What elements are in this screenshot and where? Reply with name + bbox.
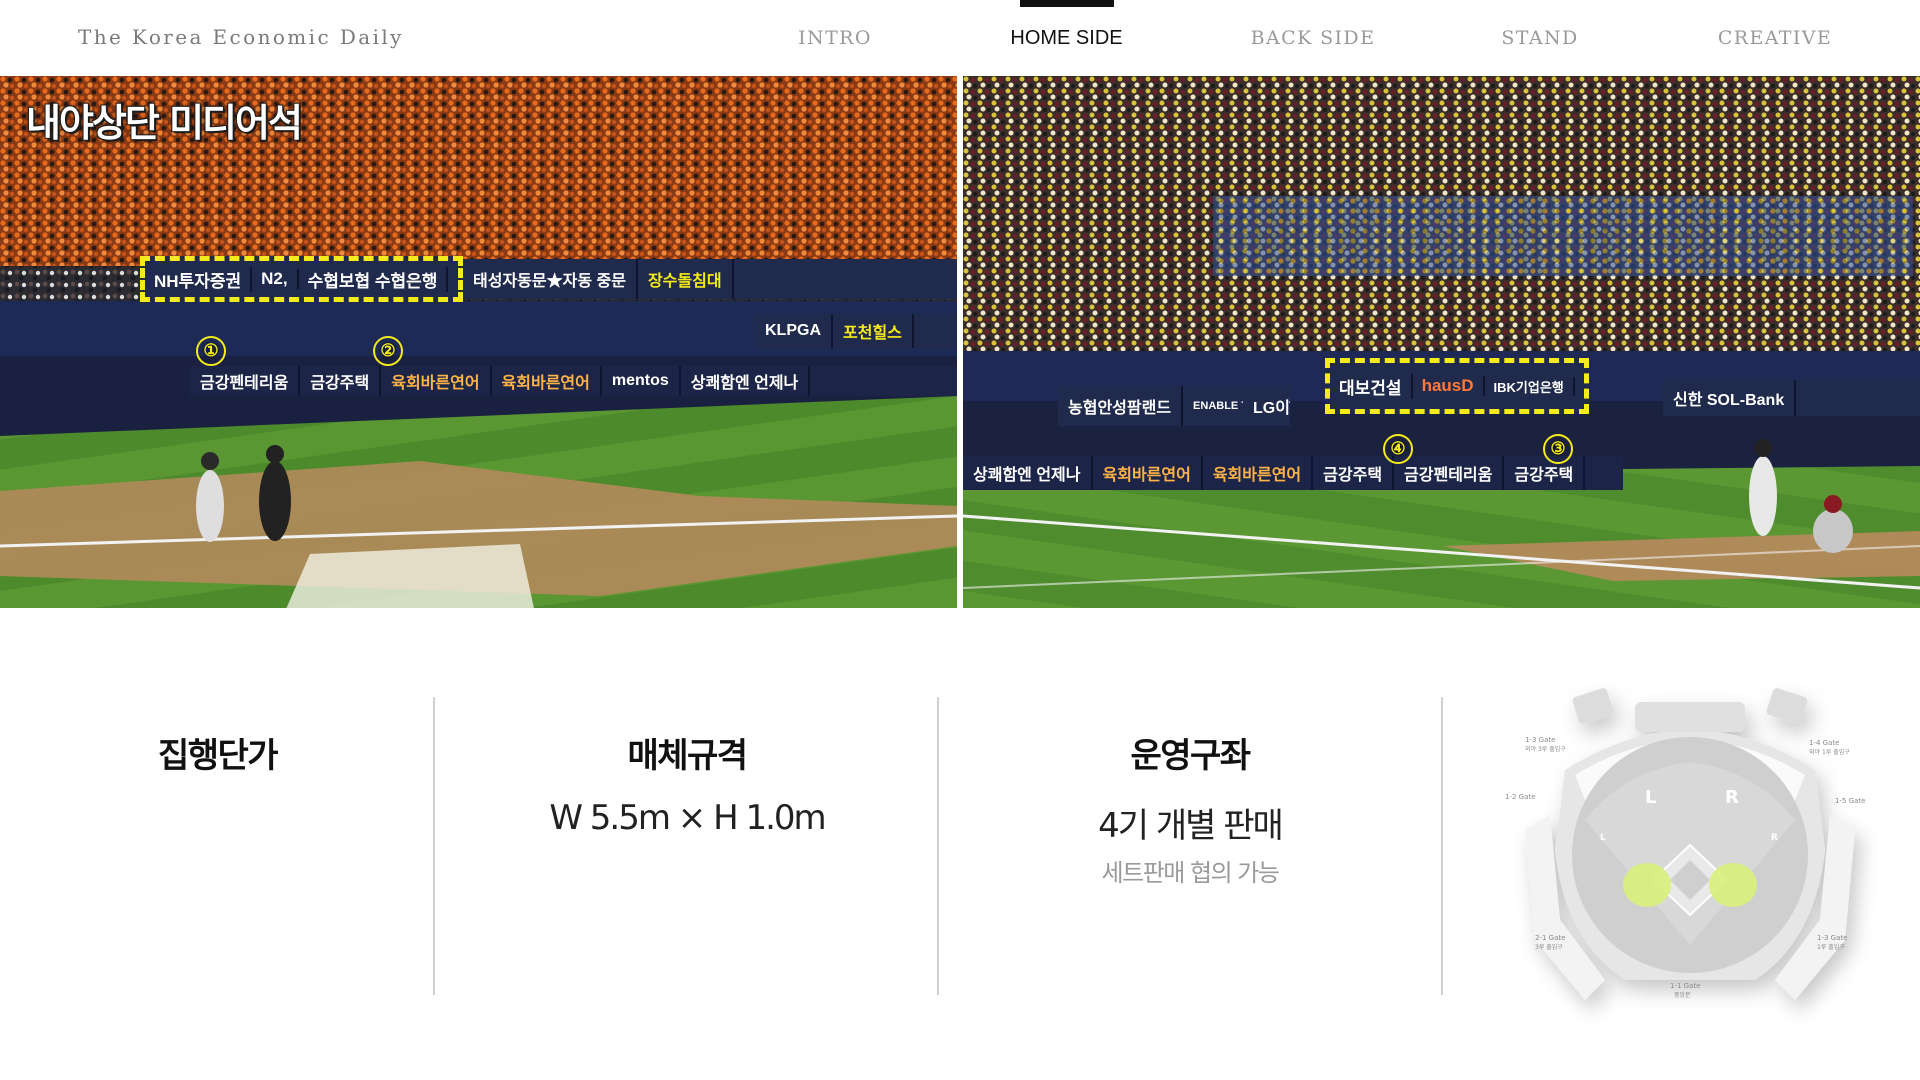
nav-item-label: HOME SIDE: [1010, 26, 1123, 49]
nav-item-home-side[interactable]: HOME SIDE: [1000, 0, 1133, 76]
ad-board: 상쾌함엔 언제나: [681, 366, 811, 396]
ad-board-n2: N2,: [252, 269, 299, 289]
ad-board-group: 대보건설 hausD IBK기업은행 IBK기업은행: [1330, 363, 1584, 409]
info-column-price: 집행단가: [80, 668, 355, 984]
gate-label: 1-5 Gate: [1835, 797, 1865, 805]
nav-item-label: BACK SIDE: [1250, 27, 1376, 49]
ad-board-ibk: IBK기업은행: [1575, 377, 1585, 396]
ad-position-marker-3: ③: [1543, 434, 1573, 464]
column-divider: [937, 697, 939, 995]
right-ad-board-strip: 신한 SOL-Bank: [1663, 380, 1920, 416]
info-note-slots: 세트판매 협의 가능: [1101, 859, 1280, 887]
info-title-spec: 매체규격: [627, 736, 748, 776]
gate-sub-label: 외야 3루 출입구: [1525, 745, 1566, 753]
ad-board: 육회바른연어: [381, 366, 492, 396]
gate-label: 1-3 Gate: [1525, 736, 1555, 744]
ad-board: 금강펜테리움: [1394, 456, 1505, 490]
column-divider: [1441, 697, 1443, 995]
gate-label: 1-4 Gate: [1809, 739, 1839, 747]
lower-ad-board-strip: 금강펜테리움 금강주택 육회바른연어 육회바른연어 mentos 상쾌함엔 언제…: [190, 366, 957, 396]
gate-sub-label: 외야 1루 출입구: [1809, 748, 1850, 756]
ad-board: 육회바른연어: [1093, 456, 1203, 490]
lower-ad-board-strip: 상쾌함엔 언제나 육회바른연어 육회바른연어 금강주택 금강펜테리움 금강주택: [963, 456, 1623, 490]
nav-item-back-side[interactable]: BACK SIDE: [1243, 0, 1383, 76]
ad-board: 금강주택: [1313, 456, 1395, 490]
info-title-slots: 운영구좌: [1130, 736, 1251, 776]
upper-ad-board-strip: 태성자동문★자동 중문 장수돌침대: [463, 259, 957, 299]
stadium-side-label-l: L: [1645, 787, 1656, 808]
info-column-slots: 운영구좌 4기 개별 판매 세트판매 협의 가능: [1015, 668, 1365, 984]
gate-label: 1-3 Gate: [1817, 934, 1847, 942]
nav-item-label: STAND: [1501, 27, 1579, 49]
ad-board: mentos: [602, 366, 681, 396]
ad-board: LG이노텍: [1243, 386, 1289, 426]
ad-board: KLPGA: [755, 314, 833, 348]
brand-logo-text[interactable]: The Korea Economic Daily: [78, 25, 404, 49]
section-title: 내야상단 미디어석: [26, 101, 303, 145]
ad-position-marker-4: ④: [1383, 434, 1413, 464]
stadium-photo-third-base-side: 농협안성팜랜드 ENABLE THE NEXT LG이노텍 대보건설 hausD…: [963, 76, 1920, 608]
nav-item-label: INTRO: [798, 27, 872, 49]
ad-board: 금강펜테리움: [190, 366, 301, 396]
stadium-seat-map: L R L R 1-3 Gate 외야 3루 출입구 1-4 Gate 외야 1…: [1495, 680, 1885, 1025]
ad-board: 포천힐스: [833, 314, 914, 348]
top-navigation-bar: The Korea Economic Daily INTRO HOME SIDE…: [0, 0, 1920, 76]
foul-line-label-r: R: [1771, 833, 1778, 843]
ad-board-ibk: IBK기업은행: [1485, 376, 1575, 396]
ad-position-marker-2: ②: [373, 336, 403, 366]
ad-board: 상쾌함엔 언제나: [963, 456, 1093, 490]
stadium-photo-right-scene: [963, 76, 1920, 608]
ad-board-hausd: hausD: [1413, 376, 1485, 396]
gate-sub-label: 1루 출입구: [1817, 943, 1845, 951]
upper-ad-board-lg: LG이노텍: [1243, 386, 1289, 426]
stadium-map-drawing: L R L R 1-3 Gate 외야 3루 출입구 1-4 Gate 외야 1…: [1505, 688, 1865, 1000]
ad-board-daebo: 대보건설: [1330, 373, 1413, 399]
ad-board: 장수돌침대: [638, 259, 734, 299]
ad-position-marker-1: ①: [196, 336, 226, 366]
ad-board: 신한 SOL-Bank: [1663, 380, 1797, 416]
nav-item-label: CREATIVE: [1717, 27, 1833, 49]
gate-label: 1-2 Gate: [1505, 793, 1535, 801]
gate-label: 2-1 Gate: [1535, 934, 1565, 942]
foul-line-label-l: L: [1600, 833, 1606, 843]
nav-item-intro[interactable]: INTRO: [770, 0, 900, 76]
ad-board: 육회바른연어: [1203, 456, 1314, 490]
info-value-spec: W 5.5m × H 1.0m: [549, 798, 826, 838]
ad-board: 금강주택: [300, 366, 382, 396]
ad-board-suhyup: 수협보협 수협은행: [299, 266, 449, 292]
ad-board: 금강주택: [1504, 456, 1586, 490]
stadium-side-label-r: R: [1725, 787, 1739, 808]
ad-board-group: NH투자증권 N2, 수협보협 수협은행: [145, 261, 458, 297]
side-ad-board-strip: KLPGA 포천힐스: [755, 314, 957, 348]
gate-label: 1-1 Gate: [1670, 982, 1700, 990]
stadium-photo-first-base-side: 내야상단 미디어석 NH투자증권 N2, 수협보협 수협은행 태성자동문★자동 …: [0, 76, 957, 608]
ad-zone-highlight-3-4[interactable]: 대보건설 hausD IBK기업은행 IBK기업은행: [1325, 358, 1589, 414]
gate-sub-label: 중앙문: [1674, 991, 1691, 999]
ad-board: 육회바른연어: [492, 366, 602, 396]
ad-board: 태성자동문★자동 중문: [463, 259, 638, 299]
ad-zone-highlight-1-2[interactable]: NH투자증권 N2, 수협보협 수협은행: [140, 256, 463, 302]
info-title-price: 집행단가: [157, 736, 279, 776]
ad-board-nh: NH투자증권: [145, 266, 253, 292]
gate-sub-label: 3루 출입구: [1535, 943, 1563, 951]
ad-board: 농협안성팜랜드: [1058, 386, 1184, 426]
nav-item-stand[interactable]: STAND: [1490, 0, 1590, 76]
nav-item-creative[interactable]: CREATIVE: [1710, 0, 1840, 76]
column-divider: [433, 697, 435, 995]
info-column-spec: 매체규격 W 5.5m × H 1.0m: [512, 668, 862, 984]
info-value-slots: 4기 개별 판매: [1098, 806, 1284, 846]
